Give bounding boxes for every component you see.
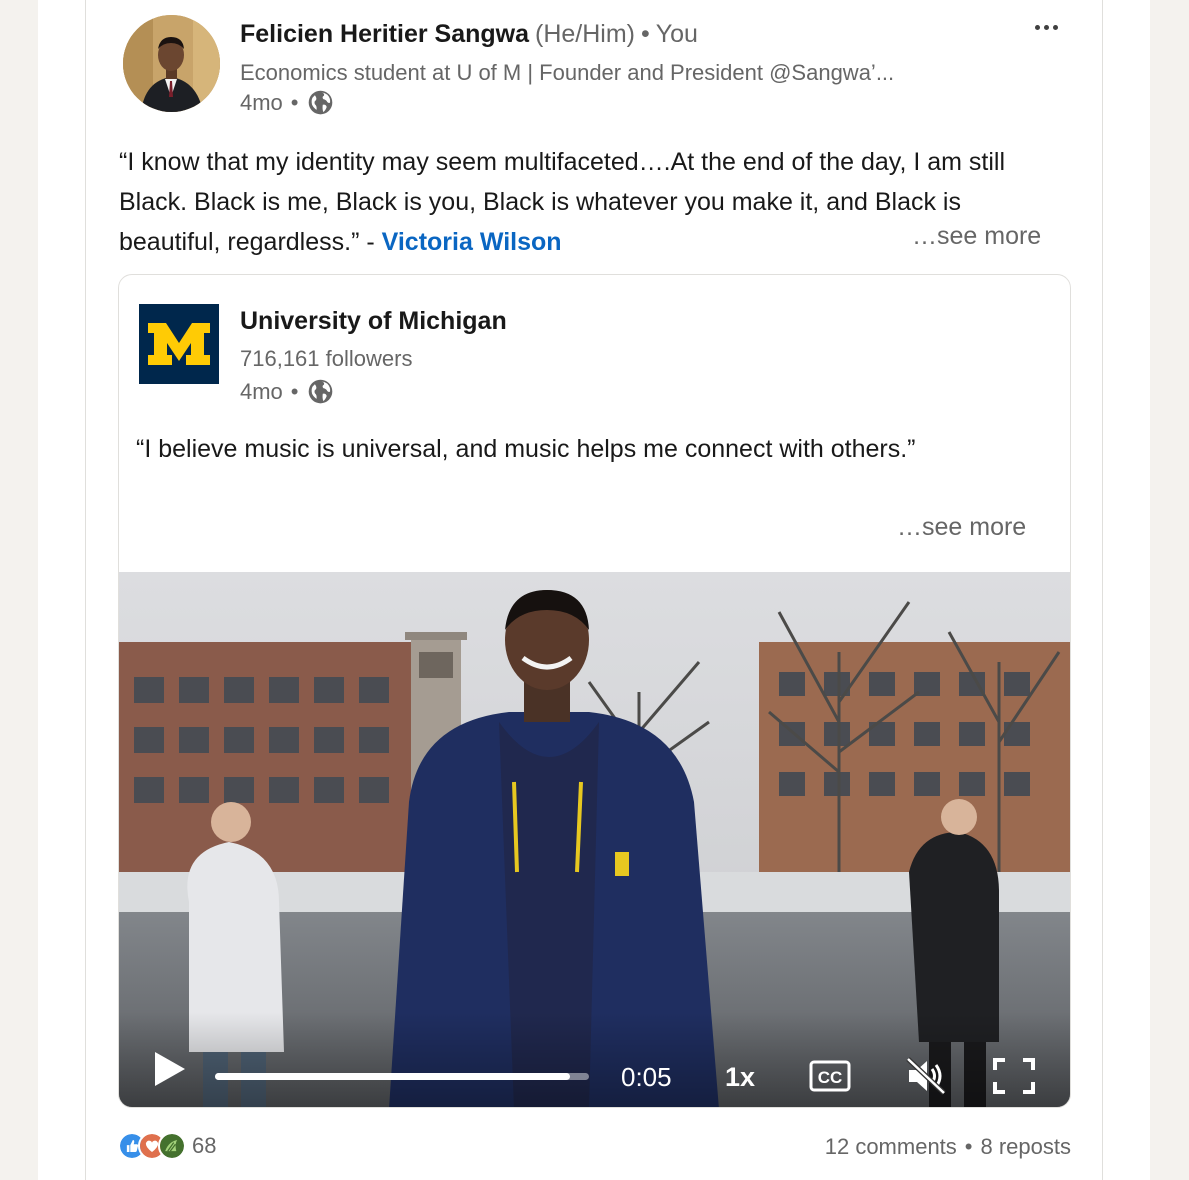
author-headline: Economics student at U of M | Founder an… [240, 60, 895, 85]
video-controls: 0:05 1x CC [119, 1012, 1070, 1107]
org-followers: 716,161 followers [240, 346, 413, 371]
globe-icon [308, 90, 332, 115]
social-separator: • [964, 1134, 973, 1159]
shared-see-more-button[interactable]: …see more [897, 513, 1026, 542]
video-progress-bar[interactable] [215, 1073, 589, 1080]
author-photo [123, 15, 220, 112]
author-name-line: Felicien Heritier Sangwa (He/Him) • You [240, 20, 698, 49]
video-player[interactable]: 0:05 1x CC [119, 572, 1070, 1107]
muted-speaker-icon[interactable] [905, 1056, 947, 1096]
comments-count-link[interactable]: 12 comments [825, 1134, 957, 1159]
closed-captions-icon[interactable]: CC [809, 1060, 851, 1092]
shared-post[interactable]: University of Michigan 716,161 followers… [118, 274, 1071, 1108]
globe-icon [308, 379, 332, 404]
org-name[interactable]: University of Michigan [240, 307, 507, 336]
see-more-button[interactable]: …see more [912, 222, 1041, 251]
video-time: 0:05 [621, 1062, 672, 1092]
play-icon[interactable] [153, 1050, 187, 1088]
um-logo[interactable] [139, 304, 219, 384]
fullscreen-icon[interactable] [993, 1058, 1035, 1094]
mention-link[interactable]: Victoria Wilson [382, 228, 562, 256]
author-avatar[interactable] [123, 15, 220, 112]
shared-post-text: “I believe music is universal, and music… [136, 435, 916, 463]
comments-reposts: 12 comments • 8 reposts [825, 1134, 1071, 1160]
playback-speed-button[interactable]: 1x [725, 1062, 755, 1093]
post-text-body: “I know that my identity may seem multif… [119, 148, 1006, 256]
more-dot [1034, 24, 1040, 30]
reactions-summary[interactable]: 68 [118, 1132, 216, 1160]
reposts-count-link[interactable]: 8 reposts [981, 1134, 1072, 1159]
you-label: You [655, 20, 698, 48]
post-time[interactable]: 4mo [240, 90, 283, 116]
author-pronouns: (He/Him) [535, 20, 635, 48]
post-meta: 4mo • [240, 89, 334, 116]
post-more-options-button[interactable] [1026, 12, 1066, 42]
more-dot [1052, 24, 1058, 30]
shared-post-time[interactable]: 4mo [240, 379, 283, 405]
social-counts-row: 68 12 comments • 8 reposts [118, 1130, 1071, 1166]
meta-bullet: • [290, 378, 299, 404]
shared-post-meta: 4mo • [240, 378, 334, 405]
block-m-logo-icon [148, 323, 210, 365]
cc-text: CC [818, 1068, 843, 1087]
meta-bullet: • [290, 89, 299, 115]
support-icon [158, 1132, 186, 1160]
feed-post-card: Felicien Heritier Sangwa (He/Him) • You Eco… [85, 0, 1103, 1180]
reaction-count: 68 [192, 1133, 217, 1158]
dot-separator: • [641, 20, 650, 48]
author-name[interactable]: Felicien Heritier Sangwa [240, 20, 529, 48]
video-progress-fill [215, 1073, 571, 1080]
more-dot [1043, 24, 1049, 30]
